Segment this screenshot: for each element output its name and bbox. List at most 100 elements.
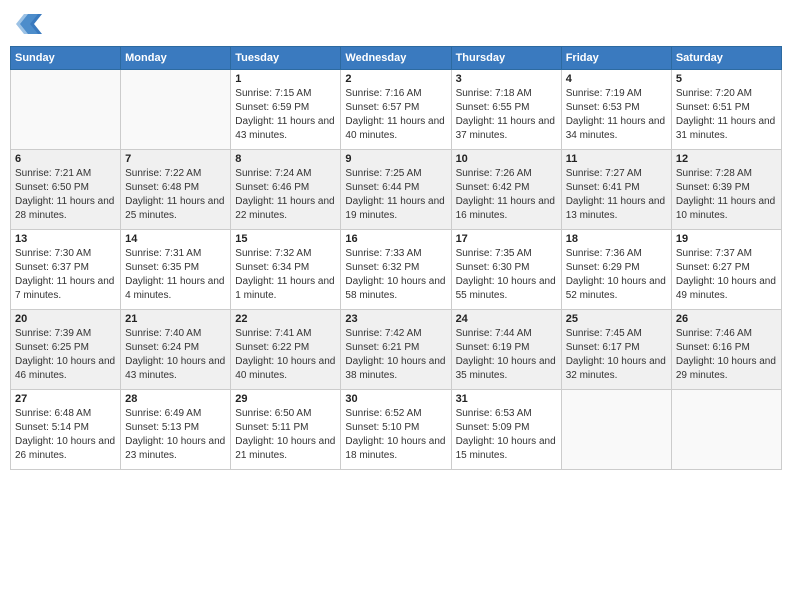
- day-number: 1: [235, 73, 336, 85]
- day-number: 14: [125, 233, 226, 245]
- day-number: 27: [15, 393, 116, 405]
- weekday-header-monday: Monday: [121, 47, 231, 70]
- calendar-week-4: 27 Sunrise: 6:48 AMSunset: 5:14 PMDayligh…: [11, 390, 782, 470]
- day-number: 21: [125, 313, 226, 325]
- calendar-cell: 27 Sunrise: 6:48 AMSunset: 5:14 PMDayligh…: [11, 390, 121, 470]
- calendar-week-1: 6Sunrise: 7:21 AMSunset: 6:50 PMDaylight…: [11, 150, 782, 230]
- day-info: Sunrise: 7:32 AMSunset: 6:34 PMDaylight:…: [235, 247, 336, 303]
- calendar-cell: [121, 70, 231, 150]
- calendar-cell: 19 Sunrise: 7:37 AMSunset: 6:27 PMDayligh…: [671, 230, 781, 310]
- calendar-cell: 5Sunrise: 7:20 AMSunset: 6:51 PMDaylight…: [671, 70, 781, 150]
- calendar-cell: 12 Sunrise: 7:28 AMSunset: 6:39 PMDayligh…: [671, 150, 781, 230]
- day-info: Sunrise: 6:53 AMSunset: 5:09 PMDaylight:…: [456, 407, 557, 463]
- calendar-week-3: 20 Sunrise: 7:39 AMSunset: 6:25 PMDayligh…: [11, 310, 782, 390]
- calendar-cell: 15 Sunrise: 7:32 AMSunset: 6:34 PMDayligh…: [231, 230, 341, 310]
- day-info: Sunrise: 7:22 AMSunset: 6:48 PMDaylight:…: [125, 167, 226, 223]
- day-number: 7: [125, 153, 226, 165]
- calendar-cell: 7 Sunrise: 7:22 AMSunset: 6:48 PMDaylight…: [121, 150, 231, 230]
- calendar-cell: 14 Sunrise: 7:31 AMSunset: 6:35 PMDayligh…: [121, 230, 231, 310]
- day-info: Sunrise: 7:46 AMSunset: 6:16 PMDaylight:…: [676, 327, 777, 383]
- weekday-row: SundayMondayTuesdayWednesdayThursdayFrid…: [11, 47, 782, 70]
- calendar-week-0: 1 Sunrise: 7:15 AMSunset: 6:59 PMDaylight…: [11, 70, 782, 150]
- day-info: Sunrise: 7:20 AMSunset: 6:51 PMDaylight:…: [676, 87, 777, 143]
- day-number: 31: [456, 393, 557, 405]
- calendar-cell: 26Sunrise: 7:46 AMSunset: 6:16 PMDayligh…: [671, 310, 781, 390]
- day-info: Sunrise: 7:31 AMSunset: 6:35 PMDaylight:…: [125, 247, 226, 303]
- calendar-cell: 4 Sunrise: 7:19 AMSunset: 6:53 PMDaylight…: [561, 70, 671, 150]
- calendar-cell: 6Sunrise: 7:21 AMSunset: 6:50 PMDaylight…: [11, 150, 121, 230]
- calendar-cell: 1 Sunrise: 7:15 AMSunset: 6:59 PMDaylight…: [231, 70, 341, 150]
- calendar-cell: 22Sunrise: 7:41 AMSunset: 6:22 PMDayligh…: [231, 310, 341, 390]
- day-number: 11: [566, 153, 667, 165]
- day-number: 4: [566, 73, 667, 85]
- calendar-cell: 17Sunrise: 7:35 AMSunset: 6:30 PMDayligh…: [451, 230, 561, 310]
- calendar-cell: [561, 390, 671, 470]
- day-number: 9: [345, 153, 446, 165]
- weekday-header-tuesday: Tuesday: [231, 47, 341, 70]
- day-info: Sunrise: 7:44 AMSunset: 6:19 PMDaylight:…: [456, 327, 557, 383]
- day-info: Sunrise: 6:48 AMSunset: 5:14 PMDaylight:…: [15, 407, 116, 463]
- day-info: Sunrise: 6:49 AMSunset: 5:13 PMDaylight:…: [125, 407, 226, 463]
- weekday-header-wednesday: Wednesday: [341, 47, 451, 70]
- day-info: Sunrise: 7:30 AMSunset: 6:37 PMDaylight:…: [15, 247, 116, 303]
- day-number: 13: [15, 233, 116, 245]
- day-info: Sunrise: 7:40 AMSunset: 6:24 PMDaylight:…: [125, 327, 226, 383]
- calendar-cell: 30Sunrise: 6:52 AMSunset: 5:10 PMDayligh…: [341, 390, 451, 470]
- calendar-cell: 31 Sunrise: 6:53 AMSunset: 5:09 PMDayligh…: [451, 390, 561, 470]
- day-info: Sunrise: 7:19 AMSunset: 6:53 PMDaylight:…: [566, 87, 667, 143]
- calendar-cell: [671, 390, 781, 470]
- calendar-header: SundayMondayTuesdayWednesdayThursdayFrid…: [11, 47, 782, 70]
- day-number: 25: [566, 313, 667, 325]
- calendar-cell: 28 Sunrise: 6:49 AMSunset: 5:13 PMDayligh…: [121, 390, 231, 470]
- day-number: 12: [676, 153, 777, 165]
- calendar-cell: 3 Sunrise: 7:18 AMSunset: 6:55 PMDaylight…: [451, 70, 561, 150]
- logo: [10, 10, 46, 38]
- calendar-cell: 8Sunrise: 7:24 AMSunset: 6:46 PMDaylight…: [231, 150, 341, 230]
- day-number: 23: [345, 313, 446, 325]
- day-number: 6: [15, 153, 116, 165]
- calendar-body: 1 Sunrise: 7:15 AMSunset: 6:59 PMDaylight…: [11, 70, 782, 470]
- day-info: Sunrise: 7:37 AMSunset: 6:27 PMDaylight:…: [676, 247, 777, 303]
- day-number: 3: [456, 73, 557, 85]
- day-number: 20: [15, 313, 116, 325]
- calendar-cell: 18 Sunrise: 7:36 AMSunset: 6:29 PMDayligh…: [561, 230, 671, 310]
- calendar-cell: 13 Sunrise: 7:30 AMSunset: 6:37 PMDayligh…: [11, 230, 121, 310]
- day-number: 22: [235, 313, 336, 325]
- calendar-cell: 9 Sunrise: 7:25 AMSunset: 6:44 PMDaylight…: [341, 150, 451, 230]
- day-info: Sunrise: 7:45 AMSunset: 6:17 PMDaylight:…: [566, 327, 667, 383]
- weekday-header-friday: Friday: [561, 47, 671, 70]
- calendar-week-2: 13 Sunrise: 7:30 AMSunset: 6:37 PMDayligh…: [11, 230, 782, 310]
- day-info: Sunrise: 6:50 AMSunset: 5:11 PMDaylight:…: [235, 407, 336, 463]
- page-header: [10, 10, 782, 38]
- calendar-cell: [11, 70, 121, 150]
- day-info: Sunrise: 7:33 AMSunset: 6:32 PMDaylight:…: [345, 247, 446, 303]
- calendar: SundayMondayTuesdayWednesdayThursdayFrid…: [10, 46, 782, 470]
- weekday-header-saturday: Saturday: [671, 47, 781, 70]
- day-number: 19: [676, 233, 777, 245]
- day-number: 18: [566, 233, 667, 245]
- day-number: 16: [345, 233, 446, 245]
- day-info: Sunrise: 7:25 AMSunset: 6:44 PMDaylight:…: [345, 167, 446, 223]
- calendar-cell: 25 Sunrise: 7:45 AMSunset: 6:17 PMDayligh…: [561, 310, 671, 390]
- calendar-cell: 20 Sunrise: 7:39 AMSunset: 6:25 PMDayligh…: [11, 310, 121, 390]
- calendar-cell: 23 Sunrise: 7:42 AMSunset: 6:21 PMDayligh…: [341, 310, 451, 390]
- day-info: Sunrise: 7:42 AMSunset: 6:21 PMDaylight:…: [345, 327, 446, 383]
- day-number: 10: [456, 153, 557, 165]
- weekday-header-sunday: Sunday: [11, 47, 121, 70]
- day-number: 17: [456, 233, 557, 245]
- logo-icon: [10, 10, 42, 38]
- day-number: 28: [125, 393, 226, 405]
- day-info: Sunrise: 7:18 AMSunset: 6:55 PMDaylight:…: [456, 87, 557, 143]
- day-info: Sunrise: 7:36 AMSunset: 6:29 PMDaylight:…: [566, 247, 667, 303]
- day-info: Sunrise: 7:28 AMSunset: 6:39 PMDaylight:…: [676, 167, 777, 223]
- day-number: 15: [235, 233, 336, 245]
- calendar-cell: 11Sunrise: 7:27 AMSunset: 6:41 PMDayligh…: [561, 150, 671, 230]
- calendar-cell: 16 Sunrise: 7:33 AMSunset: 6:32 PMDayligh…: [341, 230, 451, 310]
- day-info: Sunrise: 7:39 AMSunset: 6:25 PMDaylight:…: [15, 327, 116, 383]
- day-info: Sunrise: 7:15 AMSunset: 6:59 PMDaylight:…: [235, 87, 336, 143]
- calendar-cell: 24Sunrise: 7:44 AMSunset: 6:19 PMDayligh…: [451, 310, 561, 390]
- day-info: Sunrise: 7:16 AMSunset: 6:57 PMDaylight:…: [345, 87, 446, 143]
- weekday-header-thursday: Thursday: [451, 47, 561, 70]
- day-number: 8: [235, 153, 336, 165]
- calendar-cell: 2Sunrise: 7:16 AMSunset: 6:57 PMDaylight…: [341, 70, 451, 150]
